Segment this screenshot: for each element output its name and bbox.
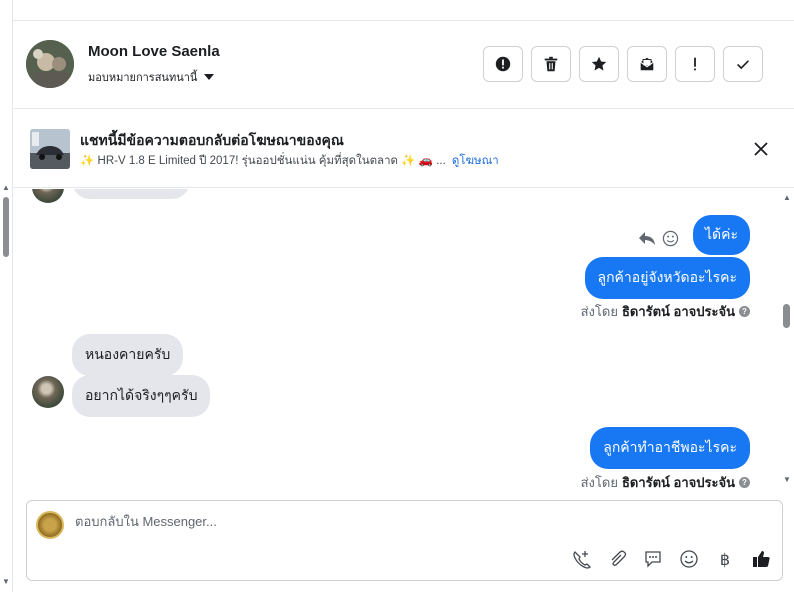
scroll-up-arrow-icon[interactable]: ▲ bbox=[783, 193, 791, 202]
message-thread[interactable]: ได้ค่ะ ลูกค้าอยู่จังหวัดอะไรคะ ส่งโดย ธิ… bbox=[14, 189, 780, 489]
reply-composer: ฿ bbox=[26, 500, 783, 581]
message-bubble-incoming[interactable]: อยากได้จริงๆๆครับ bbox=[72, 375, 211, 417]
help-icon[interactable]: ? bbox=[739, 477, 750, 488]
scroll-down-arrow-icon[interactable]: ▼ bbox=[2, 577, 10, 586]
scrollbar-thumb[interactable] bbox=[3, 197, 9, 257]
caret-down-icon bbox=[204, 74, 215, 80]
ad-reply-banner: แชทนี้มีข้อความตอบกลับต่อโฆษณาของคุณ ✨ H… bbox=[14, 110, 794, 188]
view-ad-link[interactable]: ดูโฆษณา bbox=[452, 155, 499, 167]
baht-icon[interactable]: ฿ bbox=[714, 548, 736, 570]
contact-avatar-small bbox=[32, 376, 64, 408]
star-button[interactable] bbox=[579, 46, 619, 82]
sent-by-label: ส่งโดย ธิดารัตน์ อาจประจัน ? bbox=[581, 301, 750, 322]
contact-name[interactable]: Moon Love Saenla bbox=[88, 43, 220, 60]
done-button[interactable] bbox=[723, 46, 763, 82]
message-bubble-outgoing[interactable]: ลูกค้าอยู่จังหวัดอะไรคะ bbox=[584, 257, 750, 299]
message-bubble-outgoing[interactable]: ลูกค้าทำอาชีพอะไรคะ bbox=[590, 427, 750, 469]
contact-avatar-small bbox=[32, 189, 64, 203]
react-emoji-icon[interactable] bbox=[662, 230, 679, 247]
composer-toolbar: ฿ bbox=[570, 548, 772, 570]
reply-input[interactable] bbox=[75, 514, 725, 529]
delete-button[interactable] bbox=[531, 46, 571, 82]
scroll-down-arrow-icon[interactable]: ▼ bbox=[783, 475, 791, 484]
message-bubble-incoming[interactable]: หนองคายครับ bbox=[72, 334, 184, 376]
conversation-header: Moon Love Saenla มอบหมายการสนทนานี้ bbox=[14, 21, 794, 109]
page-avatar[interactable] bbox=[36, 511, 64, 539]
close-icon[interactable] bbox=[750, 138, 772, 160]
check-icon bbox=[737, 60, 749, 70]
sent-by-prefix: ส่งโดย bbox=[580, 475, 618, 489]
mark-unread-button[interactable] bbox=[627, 46, 667, 82]
ad-banner-description: ✨ HR-V 1.8 E Limited ปี 2017! รุ่นออปชั่… bbox=[80, 152, 499, 170]
reply-icon[interactable] bbox=[638, 230, 656, 246]
paperclip-icon[interactable] bbox=[606, 548, 628, 570]
thread-scrollbar[interactable]: ▲ ▼ bbox=[780, 189, 792, 489]
sent-by-prefix: ส่งโดย bbox=[580, 304, 618, 319]
ad-banner-title: แชทนี้มีข้อความตอบกลับต่อโฆษณาของคุณ bbox=[80, 132, 344, 148]
header-actions bbox=[483, 46, 763, 82]
assign-conversation-dropdown[interactable]: มอบหมายการสนทนานี้ bbox=[88, 68, 215, 86]
star-icon bbox=[591, 56, 607, 71]
trash-icon bbox=[544, 56, 558, 72]
help-icon[interactable]: ? bbox=[739, 306, 750, 317]
exclamation-icon bbox=[694, 57, 696, 71]
sent-by-label: ส่งโดย ธิดารัตน์ อาจประจัน ? bbox=[581, 472, 750, 489]
mail-unread-icon bbox=[640, 57, 654, 71]
scrollbar-thumb[interactable] bbox=[783, 304, 790, 328]
chat-bubble-icon[interactable] bbox=[642, 548, 664, 570]
mark-spam-button[interactable] bbox=[483, 46, 523, 82]
alert-circle-icon bbox=[495, 56, 511, 72]
assign-label: มอบหมายการสนทนานี้ bbox=[88, 72, 198, 84]
thumbs-up-icon[interactable] bbox=[750, 548, 772, 570]
contact-avatar[interactable] bbox=[26, 40, 74, 88]
message-bubble-incoming-cut bbox=[72, 189, 190, 199]
sent-by-agent-name: ธิดารัตน์ อาจประจัน bbox=[621, 304, 735, 319]
call-add-icon[interactable] bbox=[570, 548, 592, 570]
follow-up-button[interactable] bbox=[675, 46, 715, 82]
outer-scrollbar[interactable]: ▲ ▼ bbox=[0, 0, 13, 592]
message-bubble-outgoing[interactable]: ได้ค่ะ bbox=[692, 215, 750, 255]
sent-by-agent-name: ธิดารัตน์ อาจประจัน bbox=[621, 475, 735, 489]
ad-thumbnail[interactable] bbox=[30, 129, 70, 169]
ad-description-text: ✨ HR-V 1.8 E Limited ปี 2017! รุ่นออปชั่… bbox=[80, 155, 446, 167]
scroll-up-arrow-icon[interactable]: ▲ bbox=[2, 183, 10, 192]
emoji-icon[interactable] bbox=[678, 548, 700, 570]
